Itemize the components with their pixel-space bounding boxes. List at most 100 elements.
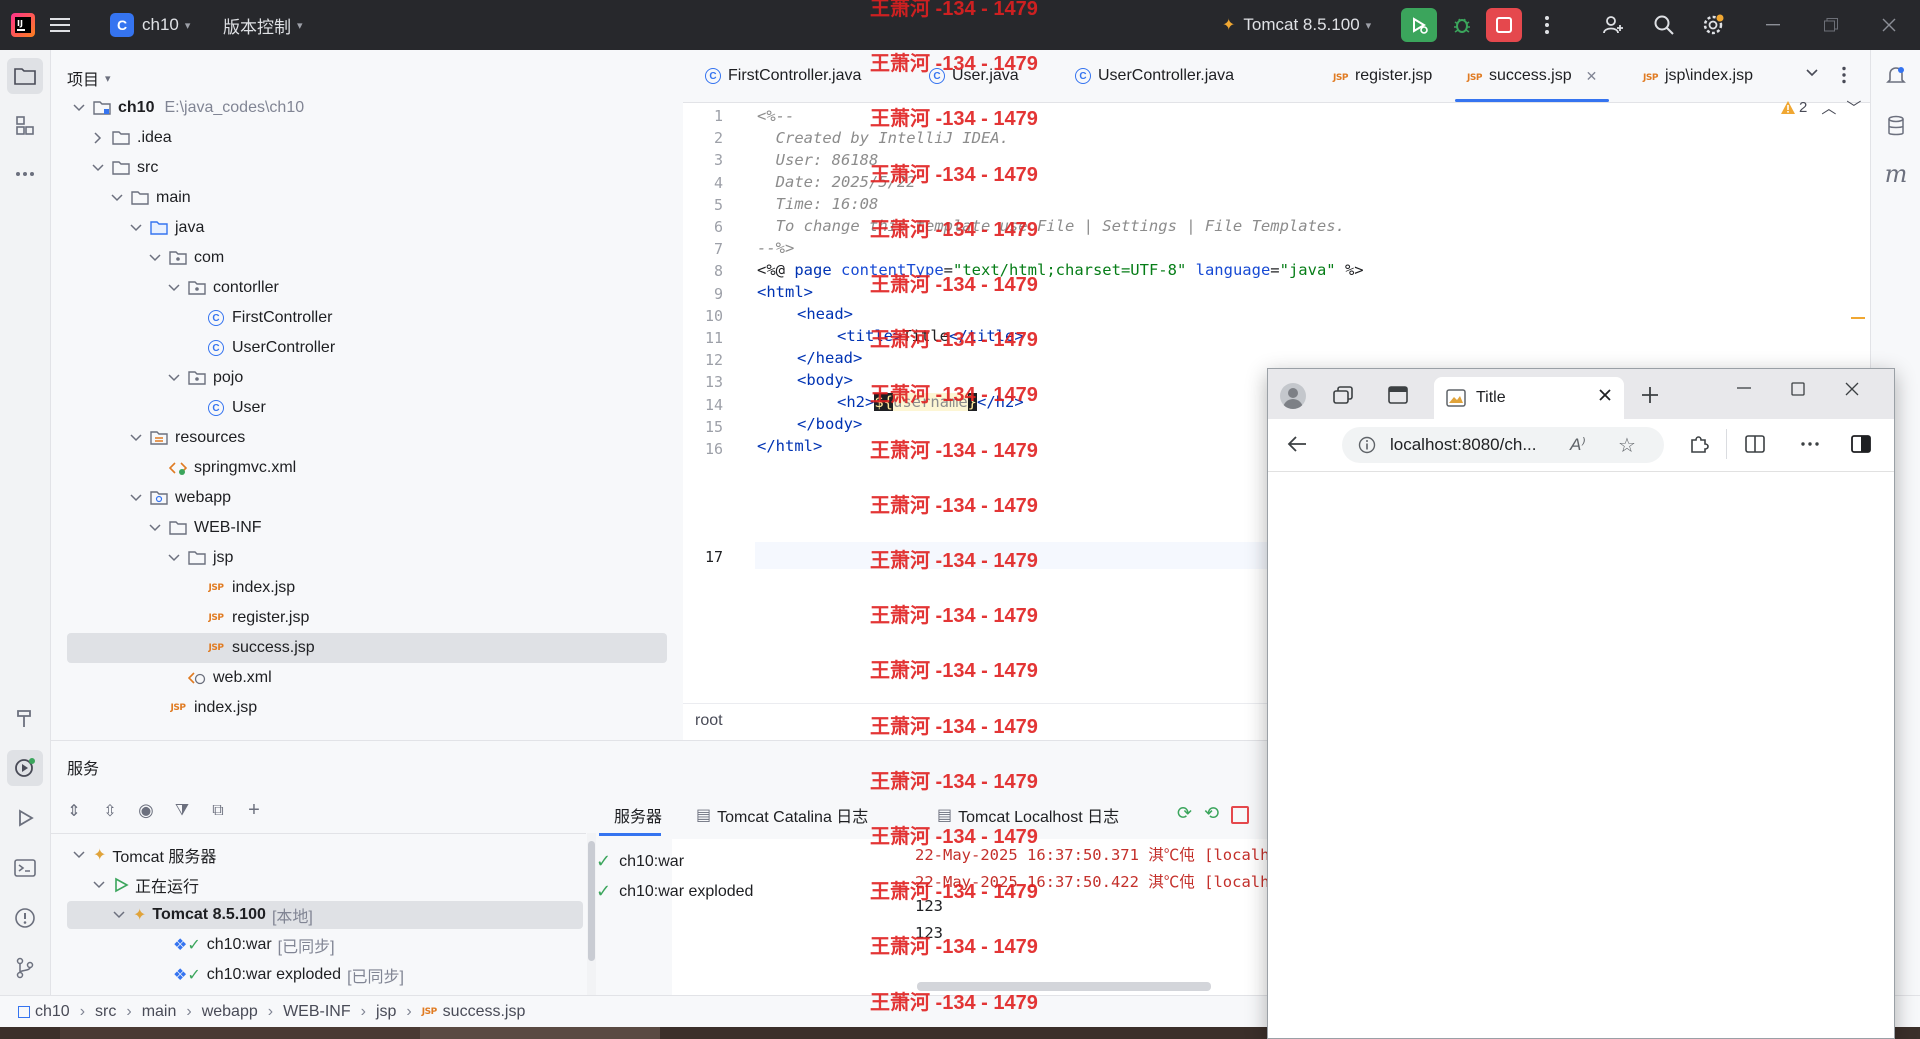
editor-tab[interactable]: JSP register.jsp bbox=[1333, 50, 1432, 102]
sidebar-toggle-button[interactable] bbox=[1850, 433, 1872, 455]
chevron-down-icon[interactable] bbox=[128, 430, 144, 446]
maven-tool-button[interactable]: m bbox=[1878, 156, 1914, 192]
chevron-down-icon[interactable] bbox=[166, 280, 182, 296]
more-tools-button[interactable] bbox=[7, 156, 43, 192]
breadcrumb-item[interactable]: WEB-INF bbox=[283, 1003, 351, 1021]
tree-item-ch10[interactable]: ch10 E:\java_codes\ch10 bbox=[67, 93, 304, 123]
services-tree-scrollbar[interactable] bbox=[587, 833, 596, 996]
service-tree-item[interactable]: 正在运行 bbox=[67, 871, 199, 899]
close-tab-icon[interactable]: ✕ bbox=[1586, 68, 1598, 85]
chevron-right-icon[interactable] bbox=[90, 130, 106, 146]
warning-stripe[interactable] bbox=[1851, 317, 1865, 319]
new-tab-button[interactable] bbox=[1640, 385, 1660, 405]
extensions-button[interactable] bbox=[1688, 433, 1710, 455]
profile-avatar[interactable] bbox=[1280, 383, 1306, 409]
stop-button[interactable] bbox=[1486, 8, 1522, 42]
tree-item-webapp[interactable]: webapp bbox=[67, 483, 231, 513]
chevron-down-icon[interactable] bbox=[90, 160, 106, 176]
tree-item-web-inf[interactable]: WEB-INF bbox=[67, 513, 262, 543]
breadcrumb-item[interactable]: ch10 bbox=[18, 1003, 70, 1021]
git-tool-button[interactable] bbox=[7, 950, 43, 986]
database-tool-button[interactable] bbox=[1878, 108, 1914, 144]
code-with-me-button[interactable] bbox=[1595, 8, 1631, 42]
editor-tab[interactable]: C FirstController.java bbox=[705, 50, 861, 102]
tree-item--idea[interactable]: .idea bbox=[67, 123, 172, 153]
tree-item-firstcontroller[interactable]: C FirstController bbox=[67, 303, 332, 333]
inspection-widget[interactable]: 2 ︿ ﹀ bbox=[1780, 97, 1861, 118]
project-switcher[interactable]: C ch10 ▾ bbox=[110, 0, 190, 50]
service-tree-item[interactable]: ✦ Tomcat 8.5.100 [本地] bbox=[67, 901, 583, 929]
add-icon[interactable]: + bbox=[241, 799, 267, 822]
editor-tab[interactable]: JSP jsp\index.jsp bbox=[1643, 50, 1753, 102]
close-window-button[interactable] bbox=[1860, 0, 1918, 50]
rerun-icon[interactable]: ⟳ bbox=[1177, 803, 1192, 824]
tree-item-web-xml[interactable]: web.xml bbox=[67, 663, 272, 693]
main-menu-button[interactable] bbox=[50, 0, 72, 50]
vcs-menu[interactable]: 版本控制 ▾ bbox=[223, 0, 303, 50]
minimize-window-button[interactable] bbox=[1744, 0, 1802, 50]
browser-menu-button[interactable] bbox=[1800, 433, 1820, 455]
tree-item-register-jsp[interactable]: JSP register.jsp bbox=[67, 603, 310, 633]
app-logo[interactable]: IJ bbox=[10, 0, 36, 50]
read-aloud-icon[interactable]: A⁾ bbox=[1570, 435, 1586, 455]
chevron-down-icon[interactable] bbox=[166, 370, 182, 386]
tree-item-src[interactable]: src bbox=[67, 153, 158, 183]
problems-tool-button[interactable] bbox=[7, 900, 43, 936]
service-tree-item[interactable]: ❖✓ ch10:war [已同步] bbox=[67, 931, 335, 959]
filter-icon[interactable]: ⧩ bbox=[169, 802, 195, 820]
collapse-all-icon[interactable]: ⇳ bbox=[97, 801, 123, 821]
update-app-icon[interactable]: ⟲ bbox=[1204, 803, 1219, 824]
breadcrumb-item[interactable]: webapp bbox=[202, 1003, 258, 1021]
services-tool-button[interactable] bbox=[7, 750, 43, 786]
chevron-down-icon[interactable] bbox=[166, 550, 182, 566]
chevron-down-icon[interactable] bbox=[71, 100, 87, 116]
terminal-tool-button[interactable] bbox=[7, 850, 43, 886]
rerun-button[interactable] bbox=[1401, 8, 1437, 42]
browser-minimize-button[interactable] bbox=[1736, 381, 1752, 395]
stop-icon[interactable] bbox=[1231, 806, 1250, 824]
service-tree-item[interactable]: ✦ Tomcat 服务器 bbox=[67, 841, 216, 869]
chevron-down-icon[interactable] bbox=[111, 907, 127, 923]
chevron-down-icon[interactable] bbox=[128, 490, 144, 506]
tree-item-java[interactable]: java bbox=[67, 213, 204, 243]
tabs-dropdown-button[interactable] bbox=[1805, 68, 1819, 78]
project-tool-button[interactable] bbox=[7, 58, 43, 94]
structure-tool-button[interactable] bbox=[7, 108, 43, 144]
breadcrumb-item[interactable]: main bbox=[142, 1003, 177, 1021]
favorite-star-icon[interactable]: ☆ bbox=[1618, 433, 1636, 458]
chevron-down-icon[interactable] bbox=[71, 847, 87, 863]
tree-item-usercontroller[interactable]: C UserController bbox=[67, 333, 335, 363]
editor-breadcrumb[interactable]: root bbox=[695, 712, 723, 730]
browser-close-button[interactable] bbox=[1844, 381, 1860, 397]
page-viewport[interactable] bbox=[1268, 472, 1894, 1038]
restore-window-button[interactable] bbox=[1802, 0, 1860, 50]
chevron-down-icon[interactable] bbox=[147, 250, 163, 266]
address-bar[interactable]: localhost:8080/ch... A⁾ ☆ bbox=[1342, 427, 1664, 463]
back-button[interactable] bbox=[1286, 433, 1308, 455]
tree-item-pojo[interactable]: pojo bbox=[67, 363, 243, 393]
vertical-tabs-button[interactable] bbox=[1388, 385, 1408, 405]
editor-tab[interactable]: C UserController.java bbox=[1075, 50, 1234, 102]
tree-item-user[interactable]: C User bbox=[67, 393, 266, 423]
tab-server[interactable]: 服务器 bbox=[614, 797, 662, 833]
eye-icon[interactable]: ◉ bbox=[133, 800, 159, 821]
service-tree-item[interactable]: ❖✓ ch10:war exploded [已同步] bbox=[67, 961, 404, 989]
settings-button[interactable] bbox=[1695, 8, 1731, 42]
editor-more-button[interactable] bbox=[1841, 66, 1847, 84]
chevron-down-icon[interactable] bbox=[109, 190, 125, 206]
tree-item-jsp[interactable]: jsp bbox=[67, 543, 233, 573]
workspaces-button[interactable] bbox=[1332, 385, 1354, 405]
tree-item-index-jsp[interactable]: JSP index.jsp bbox=[67, 573, 296, 603]
tree-item-contorller[interactable]: contorller bbox=[67, 273, 279, 303]
site-info-icon[interactable] bbox=[1358, 436, 1376, 454]
chevron-down-icon[interactable] bbox=[128, 220, 144, 236]
breadcrumb-item[interactable]: JSP success.jsp bbox=[422, 1003, 526, 1021]
close-tab-icon[interactable] bbox=[1598, 388, 1612, 402]
split-screen-button[interactable] bbox=[1744, 433, 1766, 455]
tree-item-springmvc-xml[interactable]: springmvc.xml bbox=[67, 453, 296, 483]
breadcrumb-item[interactable]: src bbox=[95, 1003, 116, 1021]
expand-all-icon[interactable]: ⇕ bbox=[61, 801, 87, 821]
tab-catalina-log[interactable]: ▤ Tomcat Catalina 日志 bbox=[696, 797, 868, 833]
chevron-up-icon[interactable]: ︿ bbox=[1821, 97, 1836, 118]
tree-item-main[interactable]: main bbox=[67, 183, 191, 213]
